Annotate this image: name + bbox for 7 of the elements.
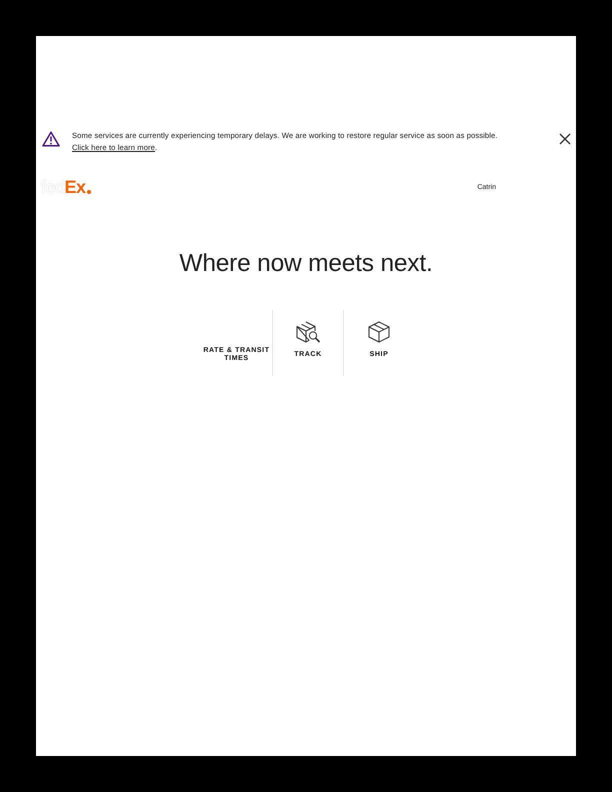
registered-mark-icon [86,190,91,194]
parcel-icon [367,320,391,344]
headline: Where now meets next. [178,249,434,279]
warning-icon [42,131,60,147]
close-button[interactable] [557,131,573,147]
close-icon [559,133,571,145]
parcel-search-icon [295,320,321,344]
